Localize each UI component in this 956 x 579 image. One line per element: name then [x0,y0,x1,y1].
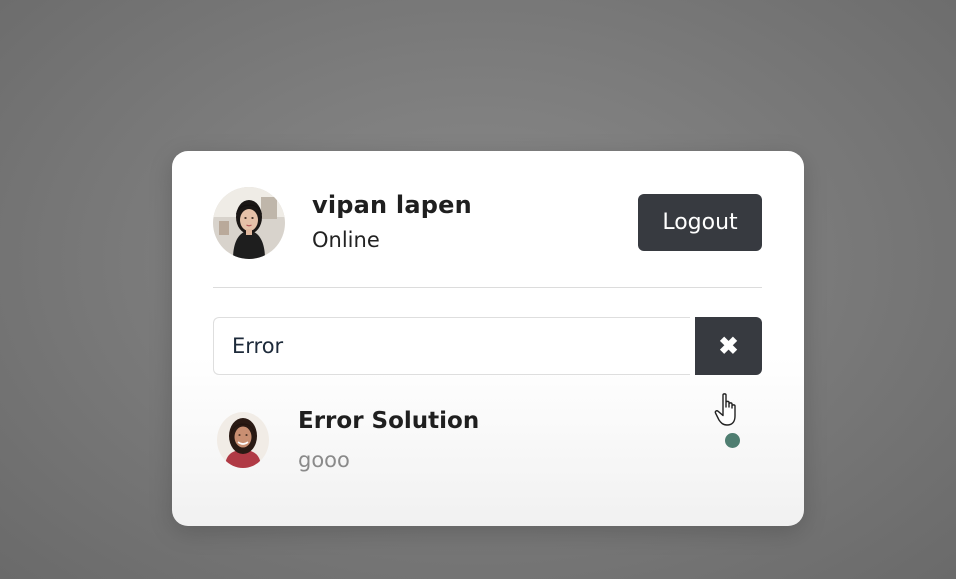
online-status-dot [725,433,740,448]
contact-avatar [217,412,269,468]
list-item[interactable]: Error Solution gooo [213,403,762,477]
user-name: vipan lapen [312,191,472,219]
close-icon: ✖ [718,332,739,360]
divider [213,287,762,288]
contact-last-message: gooo [298,448,350,472]
contact-avatar-image [217,412,269,468]
user-header: vipan lapen Online Logout [213,187,762,259]
search-bar: ✖ [213,317,762,375]
user-avatar-image [213,187,285,259]
hand-cursor-icon [714,393,736,426]
user-avatar [213,187,285,259]
user-status: Online [312,228,380,252]
clear-search-button[interactable]: ✖ [695,317,762,375]
contact-name: Error Solution [298,408,480,434]
logout-button[interactable]: Logout [638,194,762,251]
search-input[interactable] [213,317,690,375]
chat-user-card: vipan lapen Online Logout ✖ Error Soluti… [172,151,804,526]
